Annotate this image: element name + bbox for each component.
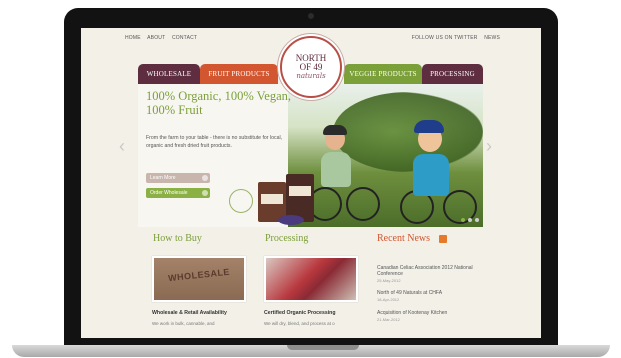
nav-contact-link[interactable]: CONTACT <box>172 35 197 41</box>
brand-logo[interactable]: NORTH OF 49 naturals <box>280 36 342 98</box>
laptop-base <box>12 345 610 357</box>
processing-caption[interactable]: Certified Organic Processing <box>264 310 336 316</box>
carousel-dot[interactable] <box>461 218 465 222</box>
processing-heading: Processing <box>265 233 309 244</box>
hero-subtext: From the farm to your table - there is n… <box>146 135 283 149</box>
arrow-right-icon <box>202 190 208 196</box>
rider-woman <box>413 154 449 196</box>
carousel-next-icon[interactable]: › <box>486 136 492 157</box>
website-screen: HOME ABOUT CONTACT FOLLOW US ON TWITTER … <box>81 28 541 338</box>
news-date: 21-Mar-2012 <box>377 317 400 322</box>
wholesale-stamp: WHOLESALE <box>167 266 231 284</box>
processing-card-image[interactable] <box>264 256 358 302</box>
news-item[interactable]: Acquisition of Kootenay Kitchen 21-Mar-2… <box>377 310 473 323</box>
helmet-icon <box>323 125 347 135</box>
tab-fruit-products[interactable]: FRUIT PRODUCTS <box>200 64 278 84</box>
berries-image <box>278 215 304 225</box>
laptop-notch <box>287 345 359 350</box>
news-date: 18-Apr-2012 <box>377 297 400 302</box>
arrow-right-icon <box>202 175 208 181</box>
news-date: 25-May-2012 <box>377 278 401 283</box>
hero-banner: 100% Organic, 100% Vegan, 100% Fruit Fro… <box>138 84 483 227</box>
carousel-dot[interactable] <box>475 218 479 222</box>
learn-more-button[interactable]: Learn More <box>146 173 210 183</box>
wholesale-subtext: We work in bulk, cannable, and <box>152 321 215 326</box>
tab-veggie-products[interactable]: VEGGIE PRODUCTS <box>344 64 422 84</box>
helmet-icon <box>414 120 444 133</box>
rider-man <box>321 152 351 187</box>
logo-line-2: OF 49 <box>299 62 323 72</box>
processing-subtext: We will dry, blend, and process at o <box>264 321 335 326</box>
nav-twitter-link[interactable]: FOLLOW US ON TWITTER <box>412 35 478 41</box>
tab-wholesale[interactable]: WHOLESALE <box>138 64 200 84</box>
nav-about-link[interactable]: ABOUT <box>147 35 165 41</box>
hero-trees <box>333 92 483 172</box>
news-item[interactable]: Canadian Celiac Association 2012 Nationa… <box>377 265 473 284</box>
order-wholesale-label: Order Wholesale <box>150 190 188 196</box>
how-to-buy-heading: How to Buy <box>153 233 202 244</box>
carousel-prev-icon[interactable]: ‹ <box>119 136 125 157</box>
news-title: Canadian Celiac Association 2012 Nationa… <box>377 265 473 277</box>
nav-home-link[interactable]: HOME <box>125 35 141 41</box>
tab-processing[interactable]: PROCESSING <box>422 64 483 84</box>
carousel-dots <box>461 218 479 222</box>
order-wholesale-button[interactable]: Order Wholesale <box>146 188 210 198</box>
logo-line-3: naturals <box>296 72 326 80</box>
news-title: North of 49 Naturals at CHFA <box>377 290 443 296</box>
carousel-dot[interactable] <box>468 218 472 222</box>
rss-icon[interactable] <box>439 235 447 243</box>
recent-news-heading: Recent News <box>377 233 431 244</box>
laptop-mockup: HOME ABOUT CONTACT FOLLOW US ON TWITTER … <box>0 0 621 358</box>
wholesale-caption[interactable]: Wholesale & Retail Availability <box>152 310 227 316</box>
wholesale-card-image[interactable]: WHOLESALE <box>152 256 246 302</box>
laptop-bezel: HOME ABOUT CONTACT FOLLOW US ON TWITTER … <box>64 8 558 346</box>
news-item[interactable]: North of 49 Naturals at CHFA 18-Apr-2012 <box>377 290 473 303</box>
news-title: Acquisition of Kootenay Kitchen <box>377 310 448 316</box>
webcam-icon <box>308 13 314 19</box>
nav-news-link[interactable]: NEWS <box>484 35 500 41</box>
bike-wheel <box>346 187 380 221</box>
learn-more-label: Learn More <box>150 175 176 181</box>
organic-seal-icon <box>229 189 253 213</box>
